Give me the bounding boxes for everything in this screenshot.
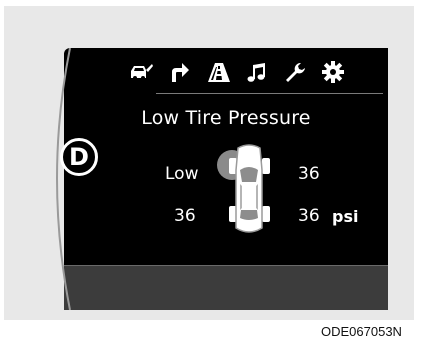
gear-indicator: D [60,138,98,176]
lane-road-icon[interactable] [206,60,232,84]
tire-pressure-rear-left: 36 [174,206,196,226]
menu-divider [156,93,383,94]
car-top-view [217,144,270,233]
turn-arrow-icon[interactable] [166,60,192,84]
warning-title: Low Tire Pressure [141,107,311,129]
tire-front-right [262,158,270,174]
tire-pressure-front-right: 36 [298,164,320,184]
wrench-icon[interactable] [282,60,308,84]
figure-caption: ODE067053N [321,324,402,339]
tire-pressure-front-left: Low [165,164,199,184]
pressure-unit: psi [332,207,359,226]
menu-icon-bar [128,56,383,94]
bottom-status-band [64,265,388,310]
tire-pressure-rear-right: 36 [298,206,320,226]
tire-rear-right [262,206,270,222]
music-note-icon[interactable] [244,60,270,84]
cluster-display: Low Tire Pressure Low 36 36 36 psi [64,48,388,310]
gear-icon[interactable] [320,60,346,84]
cluster-edge-arc [56,48,71,310]
car-door-icon[interactable] [128,60,154,84]
